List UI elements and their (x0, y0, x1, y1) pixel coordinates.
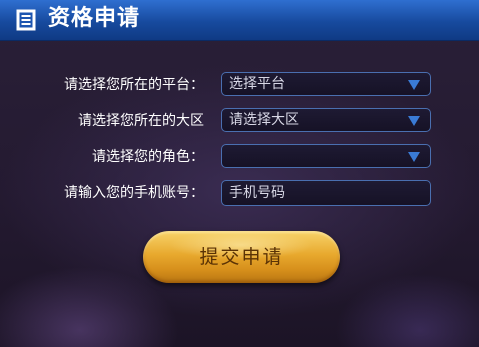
role-row: 请选择您的角色： (0, 144, 479, 170)
role-select[interactable] (221, 144, 431, 168)
platform-row: 请选择您所在的平台： 选择平台 (0, 72, 479, 98)
header-bar: 资格申请 (0, 0, 479, 41)
dropdown-arrow-icon (408, 80, 420, 90)
dropdown-arrow-icon (408, 116, 420, 126)
dropdown-arrow-icon (408, 152, 420, 162)
application-panel: 资格申请 请选择您所在的平台： 选择平台 请选择您所在的大区 请选择大区 请选择… (0, 0, 479, 347)
page-title: 资格申请 (48, 6, 141, 31)
region-select-value: 请选择大区 (229, 112, 299, 128)
platform-label: 请选择您所在的平台： (64, 77, 204, 93)
document-icon (16, 9, 36, 31)
region-row: 请选择您所在的大区 请选择大区 (0, 108, 479, 134)
phone-input-placeholder: 手机号码 (229, 185, 285, 201)
submit-button-label: 提交申请 (199, 246, 284, 268)
role-label: 请选择您的角色： (92, 149, 204, 165)
platform-select-value: 选择平台 (229, 76, 285, 92)
platform-select[interactable]: 选择平台 (221, 72, 431, 96)
submit-button[interactable]: 提交申请 (143, 231, 340, 283)
region-label: 请选择您所在的大区 (78, 113, 204, 129)
region-select[interactable]: 请选择大区 (221, 108, 431, 132)
phone-input[interactable]: 手机号码 (221, 180, 431, 206)
phone-label: 请输入您的手机账号： (64, 185, 204, 201)
phone-row: 请输入您的手机账号： 手机号码 (0, 180, 479, 206)
